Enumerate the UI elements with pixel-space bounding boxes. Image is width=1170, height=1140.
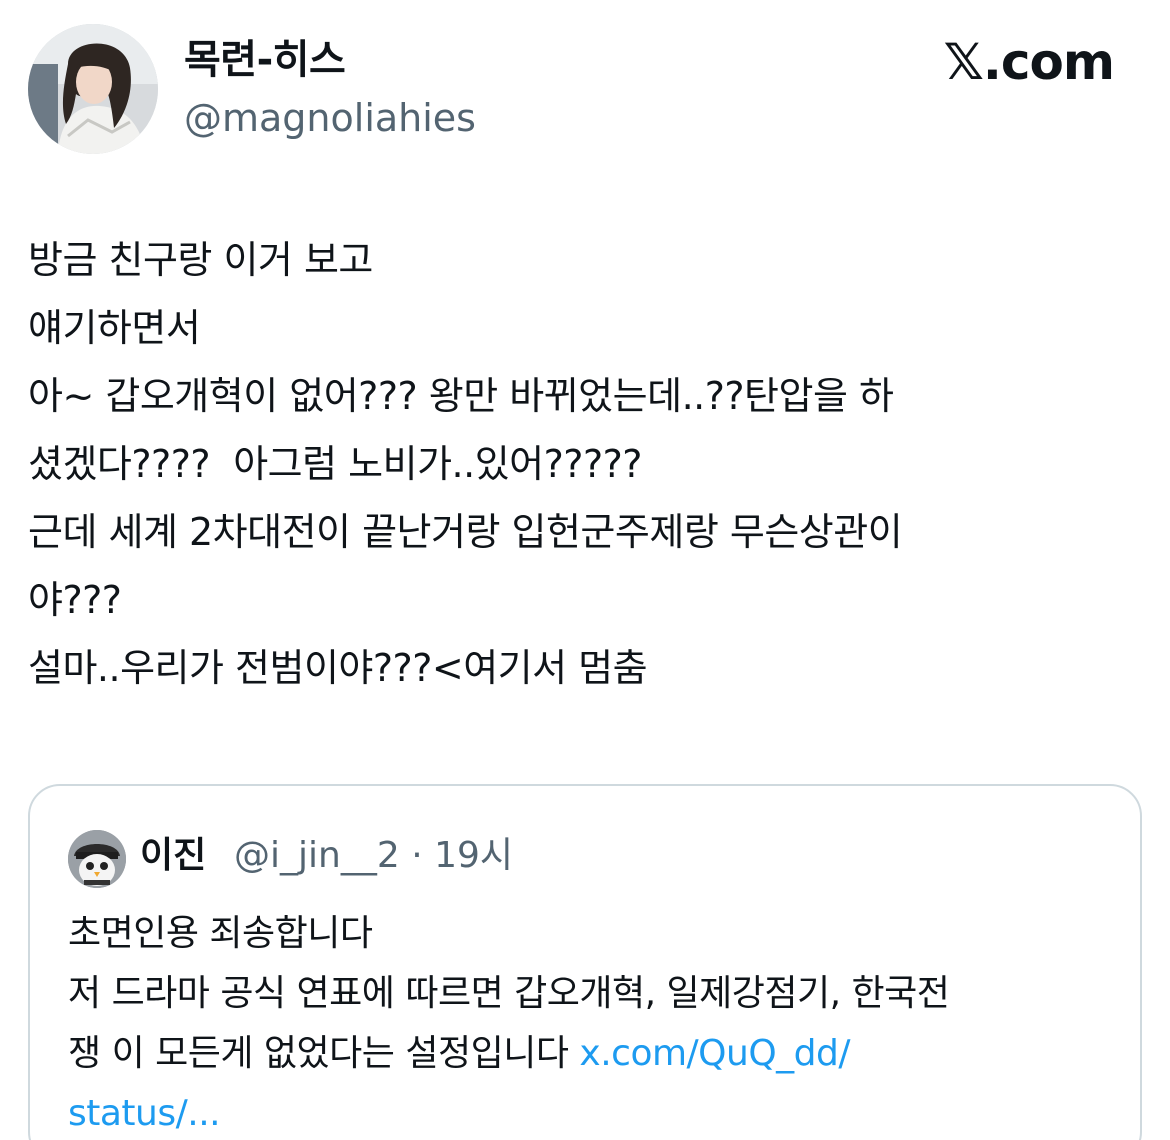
author-avatar[interactable] bbox=[28, 24, 158, 154]
tweet-line: 야??? bbox=[28, 578, 122, 622]
quoted-tweet-link-continued[interactable]: status/... bbox=[68, 1093, 221, 1134]
tweet-line: 셨겠다???? 아그럼 노비가..있어????? bbox=[28, 442, 642, 486]
tweet-line: 근데 세계 2차대전이 끝난거랑 입헌군주제랑 무슨상관이 bbox=[28, 510, 903, 554]
quoted-author-avatar-image bbox=[68, 830, 126, 888]
x-logo: 𝕏.com bbox=[943, 33, 1115, 91]
quoted-tweet-line: 초면인용 죄송합니다 bbox=[68, 913, 373, 954]
tweet-line: 아~ 갑오개혁이 없어??? 왕만 바뀌었는데..??탄압을 하 bbox=[28, 374, 894, 418]
author-display-name[interactable]: 목련-히스 bbox=[184, 36, 476, 84]
quoted-tweet-line-text: 쟁 이 모든게 없었다는 설정입니다 bbox=[68, 1033, 580, 1074]
tweet-text: 방금 친구랑 이거 보고 얘기하면서 아~ 갑오개혁이 없어??? 왕만 바뀌었… bbox=[28, 226, 1142, 702]
tweet-header: 목련-히스 @magnoliahies 𝕏.com bbox=[28, 24, 1142, 156]
meta-separator: · bbox=[411, 835, 423, 876]
quoted-tweet-line: 저 드라마 공식 연표에 따르면 갑오개혁, 일제강점기, 한국전 bbox=[68, 973, 950, 1014]
tweet-line: 설마..우리가 전범이야???<여기서 멈춤 bbox=[28, 646, 648, 690]
quoted-author-meta: @i_jin__2 · 19시 bbox=[234, 832, 513, 880]
quoted-author-avatar[interactable] bbox=[68, 830, 126, 888]
author-block: 목련-히스 @magnoliahies bbox=[184, 36, 476, 142]
author-handle[interactable]: @magnoliahies bbox=[184, 94, 476, 142]
tweet-line: 얘기하면서 bbox=[28, 306, 201, 350]
quoted-author-display-name[interactable]: 이진 bbox=[140, 832, 206, 880]
quoted-tweet-line: 쟁 이 모든게 없었다는 설정입니다 x.com/QuQ_dd/ bbox=[68, 1024, 1118, 1084]
tweet-line: 방금 친구랑 이거 보고 bbox=[28, 238, 373, 282]
quoted-tweet-link[interactable]: x.com/QuQ_dd/ bbox=[579, 1033, 850, 1074]
quoted-tweet-card[interactable]: 이진 @i_jin__2 · 19시 초면인용 죄송합니다 저 드라마 공식 연… bbox=[28, 784, 1142, 1140]
author-avatar-image bbox=[28, 24, 158, 154]
quoted-author-handle[interactable]: @i_jin__2 bbox=[234, 835, 400, 876]
quoted-tweet-text: 초면인용 죄송합니다 저 드라마 공식 연표에 따르면 갑오개혁, 일제강점기,… bbox=[68, 904, 1118, 1140]
quoted-tweet-line: status/... bbox=[68, 1084, 1118, 1140]
quoted-tweet-time[interactable]: 19시 bbox=[434, 835, 513, 876]
